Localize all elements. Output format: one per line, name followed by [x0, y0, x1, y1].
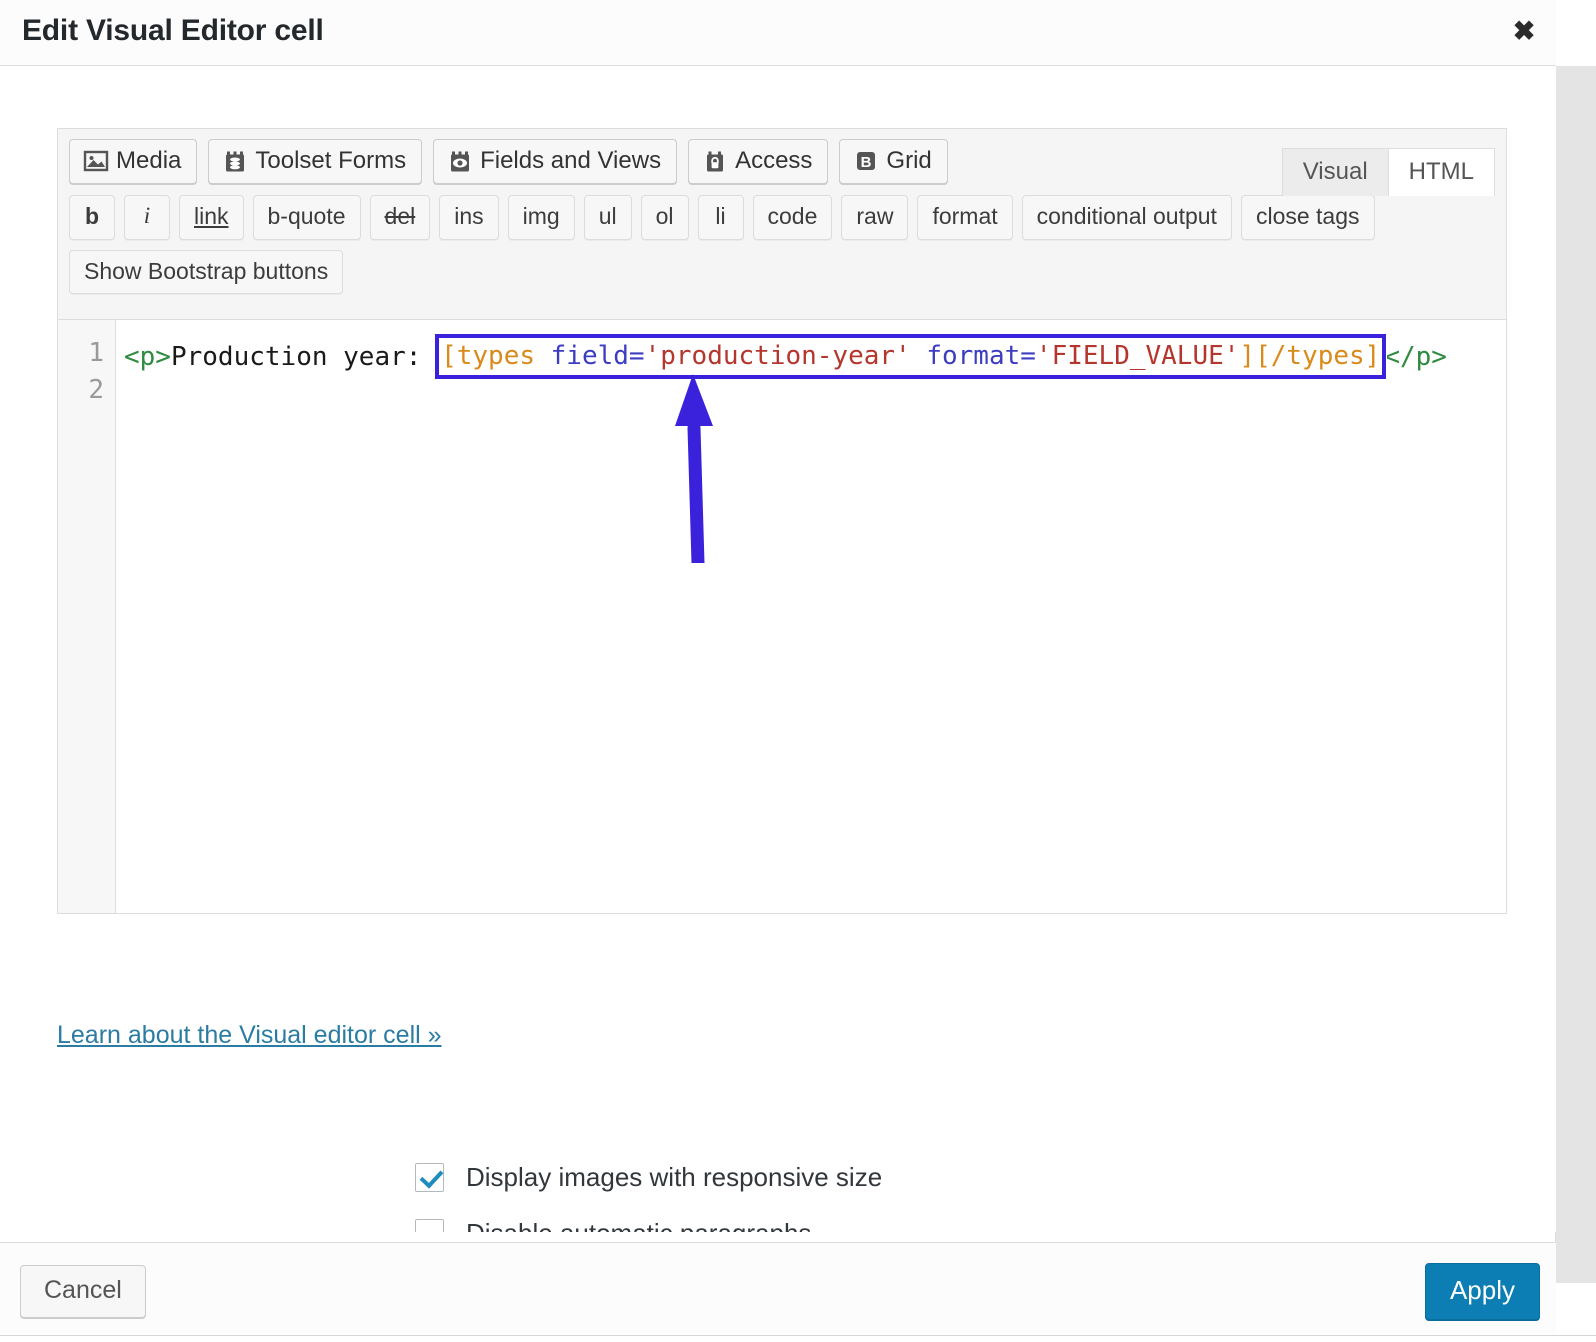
- line-number-gutter: 1 2: [58, 320, 116, 913]
- quicktag-ins[interactable]: ins: [439, 195, 498, 239]
- lock-icon: [702, 148, 728, 174]
- disable-automatic-paragraphs-label: Disable automatic paragraphs: [466, 1218, 811, 1232]
- quicktag-ol[interactable]: ol: [641, 195, 689, 239]
- toolset-forms-button[interactable]: Toolset Forms: [208, 139, 422, 184]
- code-close-tag: </p>: [1384, 342, 1447, 372]
- code-static-text: Production year:: [171, 342, 437, 372]
- close-icon[interactable]: ✖: [1506, 13, 1542, 49]
- disable-automatic-paragraphs-checkbox[interactable]: [415, 1219, 444, 1232]
- line-number: 1: [58, 335, 115, 372]
- quicktag-ul[interactable]: ul: [584, 195, 632, 239]
- quicktag-b[interactable]: b: [69, 195, 115, 239]
- bootstrap-buttons-row: Show Bootstrap buttons: [69, 250, 1495, 294]
- display-images-responsive-checkbox[interactable]: [415, 1163, 444, 1192]
- cancel-button[interactable]: Cancel: [20, 1265, 146, 1318]
- code-open-tag: <p>: [124, 342, 171, 372]
- quicktag-link[interactable]: link: [179, 195, 244, 239]
- code-editor[interactable]: 1 2 <p>Production year: [types field='pr…: [57, 319, 1507, 914]
- svg-text:B: B: [861, 154, 872, 171]
- add-media-label: Media: [116, 148, 181, 174]
- shortcode-highlight-box: [types field='production-year' format='F…: [435, 334, 1386, 379]
- quicktag-code[interactable]: code: [753, 195, 833, 239]
- quicktag-del[interactable]: del: [370, 195, 431, 239]
- quicktag-li[interactable]: li: [698, 195, 744, 239]
- page-title: Edit Visual Editor cell: [22, 14, 324, 48]
- edit-visual-editor-cell-dialog: Edit Visual Editor cell ✖ Media: [0, 0, 1596, 1342]
- shortcode-attr-field-value: 'production-year': [645, 341, 911, 371]
- line-number: 2: [58, 372, 115, 409]
- grid-label: Grid: [886, 148, 931, 174]
- dialog-scrollbar[interactable]: [1555, 66, 1596, 1283]
- toolset-forms-label: Toolset Forms: [255, 148, 406, 174]
- fields-and-views-label: Fields and Views: [480, 148, 661, 174]
- code-content[interactable]: <p>Production year: [types field='produc…: [116, 320, 1506, 913]
- insert-buttons-row: Media Toolset Forms Fields and Views: [69, 139, 1495, 184]
- image-icon: [83, 148, 109, 174]
- apply-button[interactable]: Apply: [1425, 1263, 1540, 1320]
- quicktag-close-tags[interactable]: close tags: [1241, 195, 1375, 239]
- shortcode-open: [types: [441, 341, 551, 371]
- quicktag-i[interactable]: i: [124, 195, 170, 239]
- fields-and-views-button[interactable]: Fields and Views: [433, 139, 677, 184]
- tab-visual[interactable]: Visual: [1282, 148, 1389, 196]
- dialog-header: Edit Visual Editor cell ✖: [0, 0, 1556, 66]
- quicktag-b-quote[interactable]: b-quote: [253, 195, 361, 239]
- access-button[interactable]: Access: [688, 139, 828, 184]
- option-display-images-responsive[interactable]: Display images with responsive size: [415, 1162, 882, 1193]
- editor-toolbar: Media Toolset Forms Fields and Views: [57, 128, 1507, 319]
- shortcode-attr-field-name: field=: [551, 341, 645, 371]
- quicktag-raw[interactable]: raw: [841, 195, 908, 239]
- shortcode-attr-format-name: format=: [911, 341, 1036, 371]
- shortcode-attr-format-value: 'FIELD_VALUE': [1036, 341, 1240, 371]
- editor-mode-tabs: Visual HTML: [1282, 147, 1495, 195]
- dialog-footer: Cancel Apply: [0, 1242, 1556, 1334]
- display-images-responsive-label: Display images with responsive size: [466, 1162, 882, 1193]
- editor-options: Display images with responsive size Disa…: [415, 1162, 882, 1232]
- learn-about-visual-editor-cell-link[interactable]: Learn about the Visual editor cell »: [57, 1021, 442, 1050]
- bootstrap-b-icon: B: [853, 148, 879, 174]
- quicktag-buttons-row: b i link b-quote del ins img ul ol li co…: [69, 195, 1495, 239]
- editor-wrapper: Media Toolset Forms Fields and Views: [57, 128, 1507, 914]
- quicktag-conditional-output[interactable]: conditional output: [1022, 195, 1232, 239]
- quicktag-img[interactable]: img: [508, 195, 575, 239]
- shortcode-close: ][/types]: [1239, 341, 1380, 371]
- option-disable-automatic-paragraphs[interactable]: Disable automatic paragraphs: [415, 1218, 882, 1232]
- window-bottom-edge: [0, 1335, 1596, 1342]
- quicktag-format[interactable]: format: [917, 195, 1012, 239]
- grid-button[interactable]: B Grid: [839, 139, 947, 184]
- toolset-forms-icon: [222, 148, 248, 174]
- eye-icon: [447, 148, 473, 174]
- dialog-body: Media Toolset Forms Fields and Views: [0, 66, 1556, 1232]
- show-bootstrap-buttons-button[interactable]: Show Bootstrap buttons: [69, 250, 343, 294]
- access-label: Access: [735, 148, 812, 174]
- tab-html[interactable]: HTML: [1389, 148, 1495, 196]
- add-media-button[interactable]: Media: [69, 139, 197, 184]
